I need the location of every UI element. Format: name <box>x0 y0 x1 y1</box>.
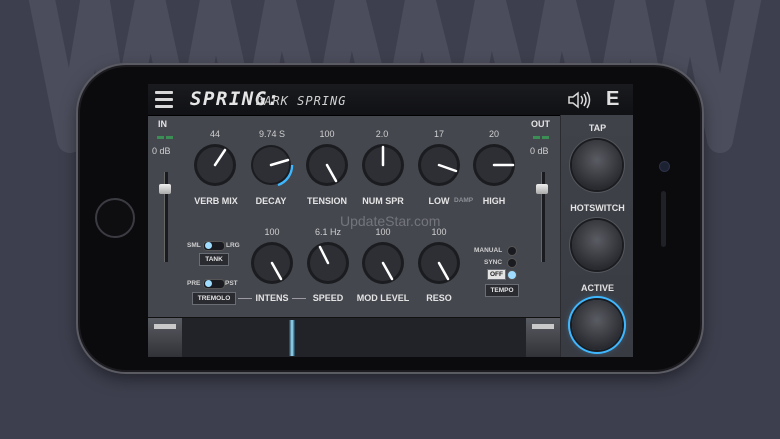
output-slider-thumb[interactable] <box>536 184 548 194</box>
output-meter-left <box>533 136 540 139</box>
tempo-sync-led[interactable] <box>507 258 517 268</box>
tremolo-line-mid <box>292 298 306 299</box>
active-label: ACTIVE <box>580 283 614 293</box>
brand-logo: E <box>606 88 620 110</box>
active-button[interactable] <box>572 300 622 350</box>
watermark: UpdateStar.com <box>340 213 441 229</box>
intens-knob[interactable] <box>249 240 295 286</box>
high-value: 20 <box>488 129 499 139</box>
tank-toggle[interactable] <box>203 241 225 251</box>
verb-mix-label: VERB MIX <box>194 196 238 206</box>
tension-label: TENSION <box>306 196 347 206</box>
tempo-manual-led[interactable] <box>507 246 517 256</box>
output-level: 0 dB <box>530 146 549 156</box>
speed-knob[interactable] <box>305 240 351 286</box>
intens-value: 100 <box>264 227 280 237</box>
num-spr-label: NUM SPR <box>362 196 404 206</box>
output-label: OUT <box>531 119 550 129</box>
reso-knob[interactable] <box>416 240 462 286</box>
bottom-strip <box>148 317 560 357</box>
phone-speaker <box>661 191 666 247</box>
verb-mix-knob[interactable] <box>192 142 238 188</box>
tap-label: TAP <box>588 123 607 133</box>
verb-mix-value: 44 <box>209 129 220 139</box>
hotswitch-button[interactable] <box>572 220 622 270</box>
menu-icon[interactable] <box>155 91 173 108</box>
tremolo-pre-label: PRE <box>187 280 201 287</box>
camera <box>659 161 670 172</box>
tank-small-label: SML <box>187 242 201 249</box>
decay-value: 9.74 S <box>258 129 286 139</box>
input-level: 0 dB <box>152 146 171 156</box>
tremolo-post-label: PST <box>225 280 238 287</box>
input-label: IN <box>158 119 167 129</box>
tap-button[interactable] <box>572 140 622 190</box>
tempo-off-led[interactable] <box>507 270 517 280</box>
top-bar: SPRING: DARK SPRING E <box>148 84 633 116</box>
mod-level-knob[interactable] <box>360 240 406 286</box>
input-meter-left <box>157 136 164 139</box>
decay-label: DECAY <box>255 196 287 206</box>
tremolo-button[interactable]: TREMOLO <box>192 292 236 305</box>
tempo-sync-label: SYNC <box>484 259 503 266</box>
preset-name[interactable]: DARK SPRING <box>256 94 346 108</box>
bottom-left-handle[interactable] <box>148 318 182 357</box>
tension-value: 100 <box>319 129 335 139</box>
num-spr-value: 2.0 <box>375 129 389 139</box>
tremolo-toggle[interactable] <box>203 279 225 289</box>
decay-knob[interactable] <box>248 142 294 188</box>
high-label: HIGH <box>482 196 506 206</box>
tempo-button[interactable]: TEMPO <box>485 284 519 297</box>
low-value: 17 <box>433 129 444 139</box>
tremolo-line-left <box>238 298 252 299</box>
high-damp-knob[interactable] <box>471 142 517 188</box>
right-panel: TAP HOTSWITCH ACTIVE <box>560 115 633 357</box>
home-button[interactable] <box>95 198 135 238</box>
intens-label: INTENS <box>255 293 289 303</box>
plugin-screen: SPRING: DARK SPRING E IN 0 dB OUT 0 dB 4… <box>148 84 633 357</box>
num-spr-knob[interactable] <box>360 142 406 188</box>
tension-knob[interactable] <box>304 142 350 188</box>
tank-large-label: LRG <box>226 242 240 249</box>
low-damp-knob[interactable] <box>416 142 462 188</box>
speaker-icon[interactable] <box>567 90 593 110</box>
output-meter-right <box>542 136 549 139</box>
input-slider-thumb[interactable] <box>159 184 171 194</box>
tempo-manual-label: MANUAL <box>474 247 503 254</box>
hotswitch-label: HOTSWITCH <box>570 203 625 213</box>
bottom-indicator <box>289 320 295 356</box>
damp-label: DAMP <box>454 197 474 204</box>
tank-button[interactable]: TANK <box>199 253 229 266</box>
tempo-off-label: OFF <box>487 269 506 280</box>
bottom-right-handle[interactable] <box>526 318 560 357</box>
reso-label: RESO <box>426 293 452 303</box>
low-label: LOW <box>428 196 450 206</box>
speed-label: SPEED <box>312 293 344 303</box>
input-meter-right <box>166 136 173 139</box>
mod-level-label: MOD LEVEL <box>356 293 410 303</box>
